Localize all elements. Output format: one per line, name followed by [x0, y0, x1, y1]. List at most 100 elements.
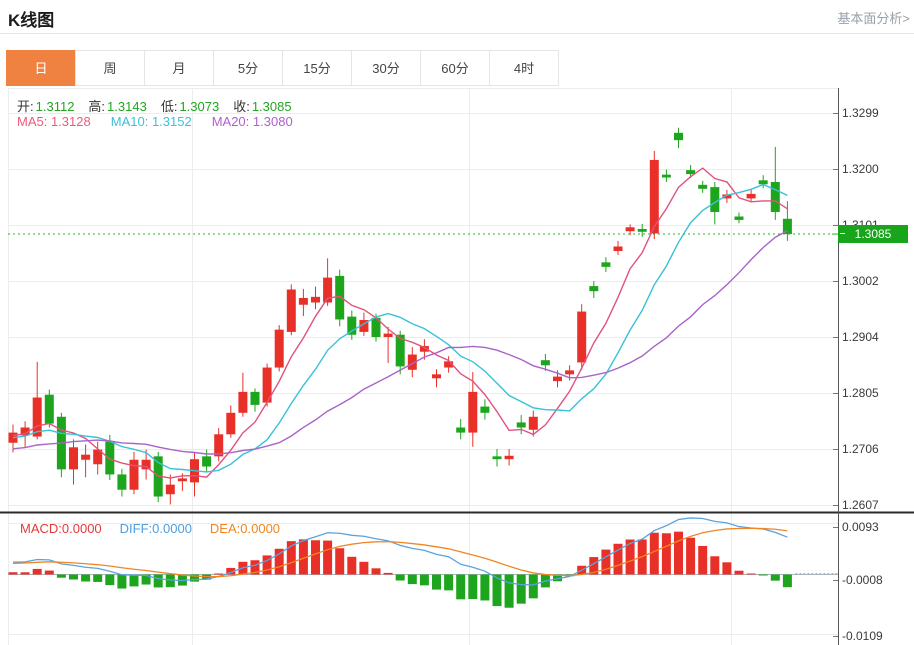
- macd-bar: [57, 575, 66, 578]
- macd-bar: [505, 575, 514, 608]
- candle-body: [638, 229, 647, 232]
- ma10-readout: MA10: 1.3152: [111, 114, 192, 129]
- candle-body: [335, 276, 344, 320]
- macd-readout: MACD:0.0000 DIFF:0.0000 DEA:0.0000: [20, 521, 280, 536]
- macd-bar: [372, 568, 381, 574]
- price-axis-label: 1.3299: [842, 106, 879, 120]
- macd-bar: [480, 575, 489, 601]
- candle-body: [735, 217, 744, 220]
- macd-bar: [698, 546, 707, 575]
- macd-value: MACD:0.0000: [20, 521, 102, 536]
- macd-bar: [359, 562, 368, 575]
- candle-body: [251, 392, 260, 405]
- candle-body: [142, 460, 151, 470]
- macd-bar: [33, 569, 42, 575]
- candle-body: [493, 456, 502, 459]
- macd-bar: [444, 575, 453, 591]
- tab-日[interactable]: 日: [6, 50, 76, 86]
- macd-bar: [771, 575, 780, 581]
- candle-body: [432, 374, 441, 378]
- tab-60分[interactable]: 60分: [420, 50, 490, 86]
- macd-bar: [747, 574, 756, 575]
- macd-bar: [601, 550, 610, 575]
- ma-readout: MA5: 1.3128 MA10: 1.3152 MA20: 1.3080: [17, 114, 293, 129]
- macd-bar: [468, 575, 477, 599]
- candle-body: [81, 455, 90, 460]
- macd-bar: [323, 541, 332, 575]
- candle-body: [299, 298, 308, 305]
- macd-bar: [686, 538, 695, 575]
- macd-bar: [384, 573, 393, 575]
- candle-body: [529, 417, 538, 430]
- macd-axis-label: -0.0109: [842, 629, 883, 643]
- candle-body: [710, 187, 719, 212]
- candle-body: [202, 456, 211, 466]
- candle-body: [45, 395, 54, 424]
- tab-月[interactable]: 月: [144, 50, 214, 86]
- macd-bar: [347, 557, 356, 575]
- candle-body: [456, 428, 465, 433]
- candle-body: [589, 286, 598, 291]
- macd-bar: [456, 575, 465, 600]
- macd-bar: [529, 575, 538, 599]
- candle-body: [674, 133, 683, 140]
- kline-widget: K线图 基本面分析> 日周月5分15分30分60分4时 开:1.3112 高:1…: [0, 0, 914, 645]
- dea-value: DEA:0.0000: [210, 521, 280, 536]
- price-axis-label: 1.3200: [842, 162, 879, 176]
- low-readout: 低:1.3073: [161, 96, 219, 115]
- ma20-readout: MA20: 1.3080: [212, 114, 293, 129]
- candle-body: [238, 392, 247, 413]
- close-readout: 收:1.3085: [233, 96, 291, 115]
- price-axis-label: 1.3002: [842, 274, 879, 288]
- macd-axis-label: -0.0008: [842, 573, 883, 587]
- axis-ticks: [833, 114, 838, 637]
- macd-bar: [710, 556, 719, 574]
- candle-body: [226, 413, 235, 434]
- candle-body: [747, 194, 756, 199]
- candle-body: [698, 185, 707, 189]
- candle-body: [178, 478, 187, 481]
- macd-bar: [408, 575, 417, 585]
- macd-bar: [722, 562, 731, 574]
- tab-5分[interactable]: 5分: [213, 50, 283, 86]
- candle-body: [105, 442, 114, 475]
- macd-bar: [759, 575, 768, 576]
- candle-body: [771, 182, 780, 212]
- candle-body: [686, 170, 695, 174]
- macd-bar: [432, 575, 441, 590]
- macd-bar: [93, 575, 102, 582]
- candle-body: [614, 246, 623, 251]
- price-axis-label: 1.2706: [842, 442, 879, 456]
- candle-body: [541, 360, 550, 365]
- candle-body: [577, 312, 586, 363]
- candle-body: [480, 407, 489, 413]
- ma5-line: [13, 168, 787, 478]
- candle-body: [662, 175, 671, 178]
- macd-bar: [517, 575, 526, 604]
- macd-bar: [735, 571, 744, 575]
- candle-body: [468, 392, 477, 433]
- macd-bar: [214, 574, 223, 575]
- ohlc-readout: 开:1.3112 高:1.3143 低:1.3073 收:1.3085: [17, 96, 292, 115]
- macd-bar: [396, 575, 405, 581]
- macd-bar: [674, 532, 683, 575]
- macd-bar: [166, 575, 175, 588]
- candle-body: [517, 422, 526, 427]
- macd-bar: [45, 571, 54, 575]
- price-axis-label: 1.2904: [842, 330, 879, 344]
- macd-bar: [105, 575, 114, 586]
- macd-bar: [117, 575, 126, 589]
- macd-bar: [662, 533, 671, 574]
- price-axis-label: 1.2805: [842, 386, 879, 400]
- tab-4时[interactable]: 4时: [489, 50, 559, 86]
- diff-value: DIFF:0.0000: [120, 521, 192, 536]
- macd-bar: [275, 549, 284, 575]
- macd-axis-label: 0.0093: [842, 520, 879, 534]
- candle-body: [384, 334, 393, 337]
- tab-30分[interactable]: 30分: [351, 50, 421, 86]
- tab-周[interactable]: 周: [75, 50, 145, 86]
- candle-body: [565, 370, 574, 374]
- macd-bar: [420, 575, 429, 586]
- candle-body: [117, 474, 126, 489]
- tab-15分[interactable]: 15分: [282, 50, 352, 86]
